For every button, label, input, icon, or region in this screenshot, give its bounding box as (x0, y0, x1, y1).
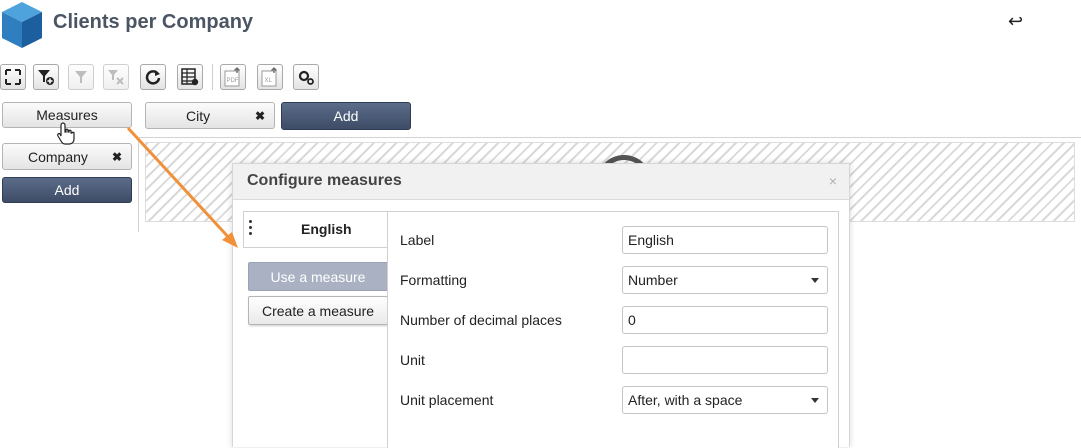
add-column-dimension-label: Add (333, 108, 359, 124)
unit-field-label: Unit (400, 352, 425, 368)
unit-placement-select-value: After, with a space (628, 392, 743, 408)
table-settings-icon (181, 68, 199, 86)
city-chip-label: City (186, 107, 211, 124)
measure-name: English (301, 221, 352, 237)
export-pdf-icon: PDF (224, 67, 240, 87)
clear-filter-button[interactable] (103, 64, 129, 90)
close-icon[interactable]: × (829, 173, 837, 189)
dialog-title: Configure measures (247, 172, 402, 189)
use-a-measure-label: Use a measure (270, 268, 366, 285)
use-a-measure-button[interactable]: Use a measure (248, 262, 388, 291)
refresh-icon (145, 70, 161, 85)
unit-placement-select[interactable]: After, with a space (622, 386, 828, 414)
panel-divider-vertical (138, 138, 139, 232)
company-chip-label: Company (28, 148, 88, 165)
table-settings-button[interactable] (177, 64, 203, 90)
svg-text:PDF: PDF (227, 78, 239, 84)
measure-form: Label Formatting Number Number of decima… (387, 211, 839, 448)
settings-icon (298, 70, 314, 85)
back-arrow-icon[interactable]: ↩ (1008, 11, 1023, 32)
add-column-dimension-button[interactable]: Add (281, 102, 411, 130)
export-excel-button[interactable]: XL (257, 64, 283, 90)
export-excel-icon: XL (261, 67, 277, 87)
export-pdf-button[interactable]: PDF (220, 64, 246, 90)
formatting-field-label: Formatting (400, 272, 467, 288)
filter-button[interactable] (68, 64, 94, 90)
filter-icon (75, 71, 87, 83)
city-dimension-chip[interactable]: City ✖ (145, 102, 275, 129)
remove-company-icon[interactable]: ✖ (112, 150, 122, 164)
settings-button[interactable] (293, 64, 319, 90)
unit-placement-field-label: Unit placement (400, 392, 494, 408)
fullscreen-button[interactable] (0, 64, 26, 90)
remove-city-icon[interactable]: ✖ (255, 109, 265, 123)
hand-cursor-icon (57, 122, 75, 145)
chevron-down-icon (811, 278, 819, 283)
cube-logo (0, 0, 44, 50)
drag-handle-icon[interactable] (249, 220, 253, 238)
panel-divider-horizontal (139, 137, 1081, 138)
chevron-down-icon (811, 398, 819, 403)
formatting-select-value: Number (628, 272, 678, 288)
decimals-input[interactable] (622, 306, 828, 334)
page-title: Clients per Company (53, 11, 254, 33)
unit-input[interactable] (622, 346, 828, 374)
label-input[interactable] (622, 226, 828, 254)
fullscreen-icon (5, 69, 21, 85)
create-a-measure-button[interactable]: Create a measure (248, 296, 388, 325)
clear-filter-icon (108, 70, 124, 85)
add-filter-button[interactable] (33, 64, 59, 90)
add-filter-icon (38, 70, 54, 85)
create-a-measure-label: Create a measure (261, 302, 375, 319)
svg-text:XL: XL (265, 78, 273, 84)
configure-measures-dialog: Configure measures × English Use a measu… (232, 163, 850, 448)
formatting-select[interactable]: Number (622, 266, 828, 294)
company-dimension-chip[interactable]: Company ✖ (2, 143, 132, 170)
refresh-button[interactable] (140, 64, 166, 90)
add-row-dimension-label: Add (54, 182, 80, 198)
dialog-header: Configure measures × (233, 164, 849, 200)
measures-button-label: Measures (36, 107, 98, 123)
measure-list-item[interactable]: English (243, 211, 388, 248)
decimals-field-label: Number of decimal places (400, 312, 562, 328)
label-field-label: Label (400, 232, 435, 248)
add-row-dimension-button[interactable]: Add (2, 177, 132, 203)
toolbar-separator (212, 64, 213, 90)
